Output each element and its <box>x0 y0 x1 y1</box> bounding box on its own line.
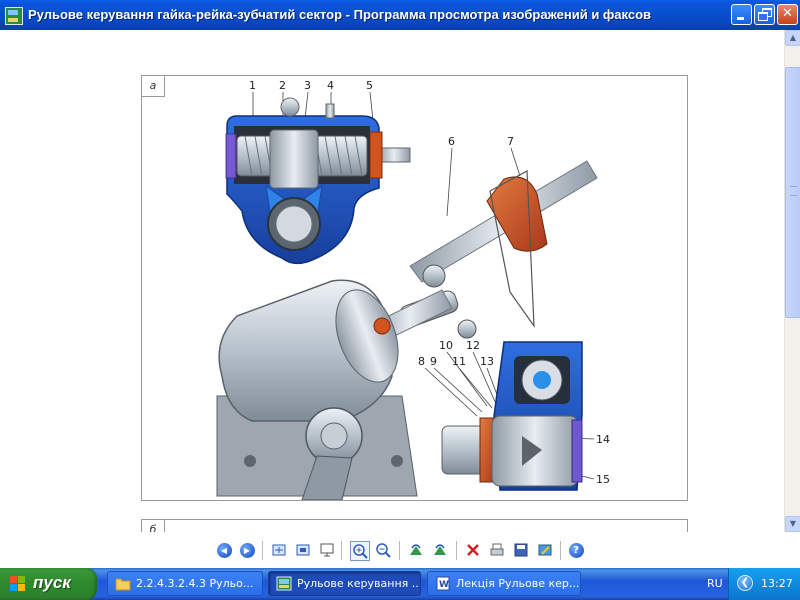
zoom-in-icon[interactable] <box>350 541 370 561</box>
callout-14: 14 <box>596 433 610 446</box>
show-hidden-icons-icon[interactable]: ❮ <box>737 575 753 591</box>
start-button[interactable]: пуск <box>0 568 97 600</box>
toolbar-separator <box>560 541 561 560</box>
taskbar-item-word-document[interactable]: W Лекція Рульове кер... <box>427 571 581 596</box>
close-button[interactable] <box>777 4 798 25</box>
language-indicator[interactable]: RU <box>707 577 723 590</box>
taskbar-item-label: 2.2.4.3.2.4.3 Рульо... <box>136 577 254 590</box>
callout-6: 6 <box>448 135 455 148</box>
callout-10: 10 <box>439 339 453 352</box>
minimize-button[interactable] <box>731 4 752 25</box>
viewer-toolbar: ◀ ▶ ? <box>0 532 800 568</box>
image-viewport[interactable]: а 1 2 3 4 5 6 7 8 9 10 11 12 13 14 15 б <box>0 30 784 532</box>
taskbar-item-label: Рульове керування ... <box>297 577 421 590</box>
steering-gear-section <box>225 97 411 265</box>
clock[interactable]: 13:27 <box>761 577 793 590</box>
callout-2: 2 <box>279 79 286 92</box>
rotate-counterclockwise-icon[interactable] <box>431 541 449 559</box>
steering-column <box>367 160 598 345</box>
callout-9: 9 <box>430 355 437 368</box>
callout-4: 4 <box>327 79 334 92</box>
restore-button[interactable] <box>754 4 775 25</box>
steering-gearbox-assembly <box>216 279 418 500</box>
svg-text:W: W <box>439 580 449 590</box>
taskbar-item-folder[interactable]: 2.2.4.3.2.4.3 Рульо... <box>107 571 263 596</box>
folder-icon <box>115 578 131 591</box>
edit-icon[interactable] <box>536 541 554 559</box>
start-label: пуск <box>33 573 71 592</box>
scroll-down-button[interactable]: ▼ <box>785 516 800 532</box>
taskbar-item-label: Лекція Рульове кер... <box>456 577 580 590</box>
callout-12: 12 <box>466 339 480 352</box>
taskbar-item-image-viewer[interactable]: Рульове керування ... <box>268 571 421 596</box>
zoom-out-icon[interactable] <box>374 541 392 559</box>
delete-icon[interactable] <box>464 541 482 559</box>
toolbar-separator <box>262 541 263 560</box>
callout-1: 1 <box>249 79 256 92</box>
system-tray: ❮ 13:27 <box>728 568 800 600</box>
callout-3: 3 <box>304 79 311 92</box>
callout-7: 7 <box>507 135 514 148</box>
callout-11: 11 <box>452 355 466 368</box>
help-icon[interactable]: ? <box>567 541 585 559</box>
toolbar-separator <box>456 541 457 560</box>
panel-b-tag: б <box>142 520 165 532</box>
document-page-b: б <box>141 519 688 532</box>
toolbar-separator <box>399 541 400 560</box>
document-page-a: а 1 2 3 4 5 6 7 8 9 10 11 12 13 14 15 <box>141 75 688 501</box>
save-icon[interactable] <box>512 541 530 559</box>
scroll-up-button[interactable]: ▲ <box>785 30 800 46</box>
image-viewer-icon <box>5 7 23 25</box>
window-title: Рульове керування гайка-рейка-зубчатий с… <box>28 7 652 22</box>
rotate-clockwise-icon[interactable] <box>407 541 425 559</box>
word-document-icon: W <box>436 576 450 591</box>
toolbar-separator <box>341 541 342 560</box>
callout-15: 15 <box>596 473 610 486</box>
callout-5: 5 <box>366 79 373 92</box>
callout-13: 13 <box>480 355 494 368</box>
taskbar: пуск 2.2.4.3.2.4.3 Рульо... Рульове керу… <box>0 568 800 600</box>
image-viewer-icon <box>276 576 292 591</box>
best-fit-icon[interactable] <box>270 541 288 559</box>
vertical-scrollbar[interactable]: ▲ ▼ <box>784 30 800 532</box>
steering-gear-diagram: 1 2 3 4 5 6 7 8 9 10 11 12 13 14 15 <box>216 79 610 500</box>
windows-logo-icon <box>10 576 26 592</box>
callout-8: 8 <box>418 355 425 368</box>
next-image-icon[interactable]: ▶ <box>238 541 256 559</box>
title-bar[interactable]: Рульове керування гайка-рейка-зубчатий с… <box>0 0 800 30</box>
print-icon[interactable] <box>488 541 506 559</box>
actual-size-icon[interactable] <box>294 541 312 559</box>
scroll-thumb[interactable] <box>785 67 800 318</box>
slideshow-icon[interactable] <box>318 541 336 559</box>
previous-image-icon[interactable]: ◀ <box>215 541 233 559</box>
